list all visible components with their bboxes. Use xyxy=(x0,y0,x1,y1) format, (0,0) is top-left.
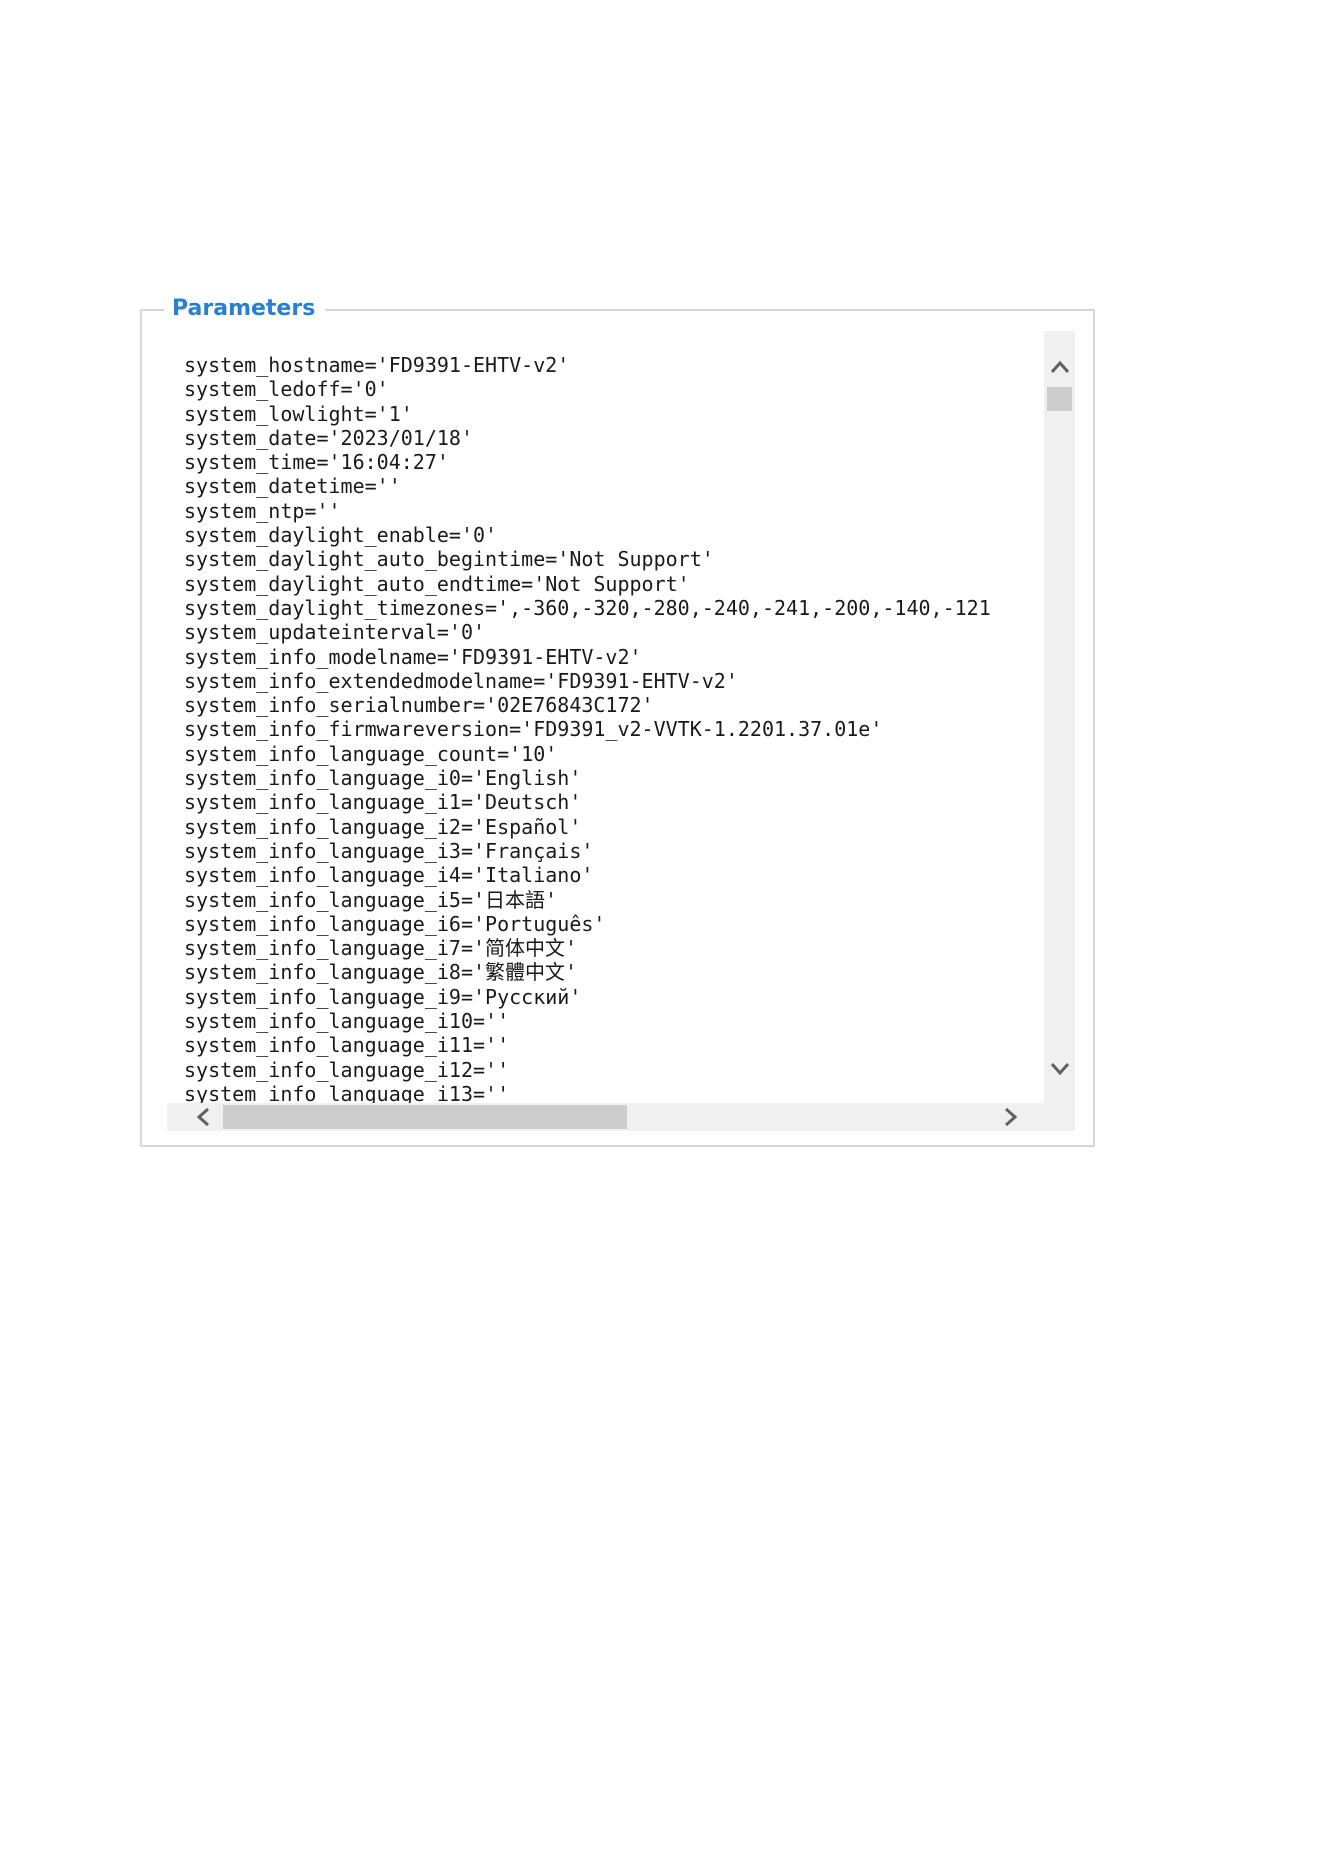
vertical-scrollbar[interactable] xyxy=(1044,331,1075,1103)
parameter-line: system_ledoff='0' xyxy=(184,377,389,402)
vertical-scroll-thumb[interactable] xyxy=(1047,387,1072,411)
parameters-content: system_hostname='FD9391-EHTV-v2' system_l… xyxy=(167,331,1044,1103)
parameter-line: system_ntp='' xyxy=(184,498,341,523)
parameter-line: system_info_language_i7='简体中文' xyxy=(184,936,578,961)
parameter-line: system_daylight_enable='0' xyxy=(184,523,498,548)
parameter-line: system_info_serialnumber='02E76843C172' xyxy=(184,693,654,718)
chevron-down-icon[interactable] xyxy=(1044,1053,1075,1084)
parameter-line: system_info_language_i0='English' xyxy=(184,766,582,791)
parameter-line: system_info_modelname='FD9391-EHTV-v2' xyxy=(184,644,642,669)
parameter-line: system_info_language_i2='Español' xyxy=(184,814,582,839)
parameter-line: system_datetime='' xyxy=(184,474,401,499)
parameter-line: system_info_language_i8='繁體中文' xyxy=(184,960,578,985)
parameter-line: system_info_language_i5='日本語' xyxy=(184,887,558,912)
chevron-up-icon[interactable] xyxy=(1044,351,1075,382)
parameter-line: system_updateinterval='0' xyxy=(184,620,486,645)
parameter-line: system_date='2023/01/18' xyxy=(184,425,473,450)
parameter-line: system_info_firmwareversion='FD9391_v2-V… xyxy=(184,717,883,742)
parameter-line: system_hostname='FD9391-EHTV-v2' xyxy=(184,353,570,377)
parameter-line: system_daylight_timezones=',-360,-320,-2… xyxy=(184,595,991,620)
parameter-line: system_time='16:04:27' xyxy=(184,450,449,475)
parameters-legend: Parameters xyxy=(164,294,326,324)
parameter-line: system_info_language_i10='' xyxy=(184,1009,510,1034)
parameter-lines: system_hostname='FD9391-EHTV-v2' system_l… xyxy=(184,353,991,1103)
parameter-line: system_daylight_auto_begintime='Not Supp… xyxy=(184,547,714,572)
parameter-line: system_info_language_i13='' xyxy=(184,1081,510,1103)
scrollbar-corner xyxy=(1044,1103,1075,1131)
parameter-line: system_info_language_count='10' xyxy=(184,741,558,766)
parameter-line: system_info_language_i4='Italiano' xyxy=(184,863,594,888)
parameters-fieldset: Parameters system_hostname='FD9391-EHTV-… xyxy=(140,294,1095,1147)
parameter-line: system_info_language_i1='Deutsch' xyxy=(184,790,582,815)
horizontal-scroll-thumb[interactable] xyxy=(223,1105,627,1129)
parameter-line: system_info_language_i6='Português' xyxy=(184,911,606,936)
chevron-right-icon[interactable] xyxy=(995,1101,1026,1132)
parameter-line: system_info_language_i3='Français' xyxy=(184,838,594,863)
parameter-line: system_info_language_i12='' xyxy=(184,1057,510,1082)
parameter-line: system_lowlight='1' xyxy=(184,401,413,426)
parameter-line: system_info_language_i11='' xyxy=(184,1033,510,1058)
parameter-line: system_daylight_auto_endtime='Not Suppor… xyxy=(184,571,690,596)
parameter-line: system_info_language_i9='Русский' xyxy=(184,984,582,1009)
horizontal-scrollbar[interactable] xyxy=(167,1103,1044,1131)
parameters-textarea[interactable]: system_hostname='FD9391-EHTV-v2' system_l… xyxy=(167,331,1075,1131)
parameter-line: system_info_extendedmodelname='FD9391-EH… xyxy=(184,668,738,693)
chevron-left-icon[interactable] xyxy=(187,1101,218,1132)
